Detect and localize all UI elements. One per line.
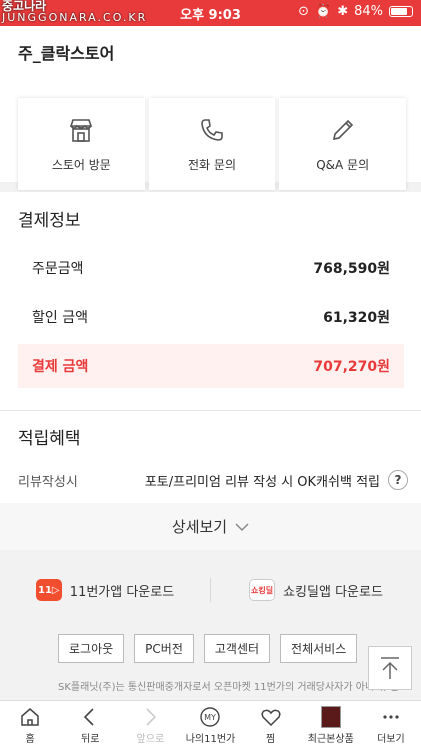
nav-back[interactable]: 뒤로 [60, 701, 120, 749]
shockingdeal-app-icon: 쇼킹딜 [249, 579, 276, 601]
nav-my11st[interactable]: MY 나의11번가 [180, 701, 240, 749]
store-name: 주_클락스토어 [18, 44, 115, 63]
app-download-shockingdeal-label: 쇼킹딜앱 다운로드 [283, 584, 383, 600]
pencil-icon [332, 119, 353, 140]
nav-more[interactable]: 더보기 [361, 701, 421, 749]
customer-center-link[interactable]: 고객센터 [203, 634, 271, 663]
order-amount-row: 주문금액 768,590원 [18, 246, 404, 290]
all-services-link[interactable]: 전체서비스 [280, 634, 358, 663]
scroll-top-button[interactable] [368, 646, 412, 690]
lock-rotation-icon: ⊙ [298, 4, 309, 19]
status-bar: 중고나라 JUNGGONARA.CO.KR 오후 9:03 ⊙ ⏰ ✱ 84% [0, 0, 421, 26]
reward-title: 적립혜택 [18, 429, 81, 449]
footer-links: 로그아웃 PC버전 고객센터 전체서비스 [58, 634, 358, 663]
svg-text:MY: MY [205, 713, 217, 722]
app-download-shockingdeal[interactable]: 쇼킹딜 쇼킹딜앱 다운로드 [211, 579, 421, 601]
nav-forward[interactable]: 앞으로 [120, 701, 180, 749]
bottom-nav: 홈 뒤로 앞으로 MY 나의11번가 찜 최근본상품 더보기 [0, 700, 421, 749]
detail-toggle-button[interactable]: 상세보기 [0, 503, 421, 550]
chevron-down-icon [235, 522, 249, 531]
store-icon [70, 118, 93, 142]
section-divider [0, 410, 421, 411]
reward-row-desc-wrap: 포토/프리미엄 리뷰 작성 시 OK캐쉬백 적립 ? [145, 470, 408, 490]
store-section: 주_클락스토어 스토어 방문 전화 문의 Q&A 문의 [0, 26, 421, 190]
reward-row-label: 리뷰작성시 [18, 474, 78, 490]
my-icon: MY [200, 706, 221, 727]
reward-row: 리뷰작성시 포토/프리미엄 리뷰 작성 시 OK캐쉬백 적립 ? [18, 466, 408, 494]
store-actions: 스토어 방문 전화 문의 Q&A 문의 [18, 98, 407, 190]
phone-icon [201, 118, 223, 141]
nav-recent[interactable]: 최근본상품 [301, 701, 361, 749]
nav-wishlist[interactable]: 찜 [241, 701, 301, 749]
heart-icon [261, 709, 281, 726]
pc-version-link[interactable]: PC버전 [134, 634, 194, 663]
nav-back-label: 뒤로 [81, 733, 100, 745]
phone-inquiry-label: 전화 문의 [188, 157, 236, 172]
logout-link[interactable]: 로그아웃 [58, 634, 125, 663]
total-amount-label: 결제 금액 [32, 359, 89, 375]
store-visit-label: 스토어 방문 [51, 157, 111, 172]
arrow-up-icon [381, 657, 399, 679]
nav-recent-label: 최근본상품 [307, 733, 354, 745]
footer: 11▷ 11번가앱 다운로드 쇼킹딜 쇼킹딜앱 다운로드 로그아웃 PC버전 고… [0, 560, 421, 700]
order-amount-label: 주문금액 [32, 261, 84, 277]
store-visit-button[interactable]: 스토어 방문 [18, 98, 145, 190]
nav-home[interactable]: 홈 [0, 701, 60, 749]
reward-row-desc: 포토/프리미엄 리뷰 작성 시 OK캐쉬백 적립 [144, 474, 380, 490]
battery-percent: 84% [354, 4, 383, 19]
nav-forward-label: 앞으로 [136, 733, 165, 745]
back-icon [84, 707, 94, 726]
app-download-bar: 11▷ 11번가앱 다운로드 쇼킹딜 쇼킹딜앱 다운로드 [0, 568, 421, 612]
nav-more-label: 더보기 [377, 733, 405, 745]
nav-wishlist-label: 찜 [266, 733, 276, 745]
payment-title: 결제정보 [18, 211, 81, 231]
bluetooth-icon: ✱ [337, 4, 349, 19]
nav-my11st-label: 나의11번가 [185, 733, 236, 745]
forward-icon [146, 707, 157, 726]
qna-inquiry-button[interactable]: Q&A 문의 [279, 98, 407, 190]
battery-icon [389, 6, 413, 17]
11st-app-icon: 11▷ [35, 579, 62, 601]
home-icon [21, 707, 39, 726]
app-download-11st[interactable]: 11▷ 11번가앱 다운로드 [0, 579, 210, 601]
alarm-icon: ⏰ [315, 4, 332, 19]
recent-product-thumb [320, 705, 341, 728]
detail-toggle-label: 상세보기 [171, 518, 228, 536]
payment-section: 결제정보 주문금액 768,590원 할인 금액 61,320원 결제 금액 7… [0, 192, 421, 550]
discount-amount-label: 할인 금액 [32, 310, 88, 326]
phone-inquiry-button[interactable]: 전화 문의 [148, 98, 276, 190]
discount-amount-value: 61,320원 [323, 310, 390, 326]
total-amount-row: 결제 금액 707,270원 [18, 344, 404, 388]
total-amount-value: 707,270원 [313, 359, 390, 375]
status-icons: ⊙ ⏰ ✱ 84% [298, 4, 413, 19]
more-icon [383, 714, 399, 719]
legal-notice: SK플래닛(주)는 통신판매중개자로서 오픈마켓 11번가의 거래당사자가 아니… [58, 682, 399, 693]
qna-inquiry-label: Q&A 문의 [316, 157, 370, 172]
app-download-11st-label: 11번가앱 다운로드 [69, 584, 175, 600]
order-amount-value: 768,590원 [313, 261, 390, 277]
help-icon[interactable]: ? [388, 470, 408, 490]
discount-amount-row: 할인 금액 61,320원 [18, 295, 404, 339]
nav-home-label: 홈 [25, 733, 35, 745]
